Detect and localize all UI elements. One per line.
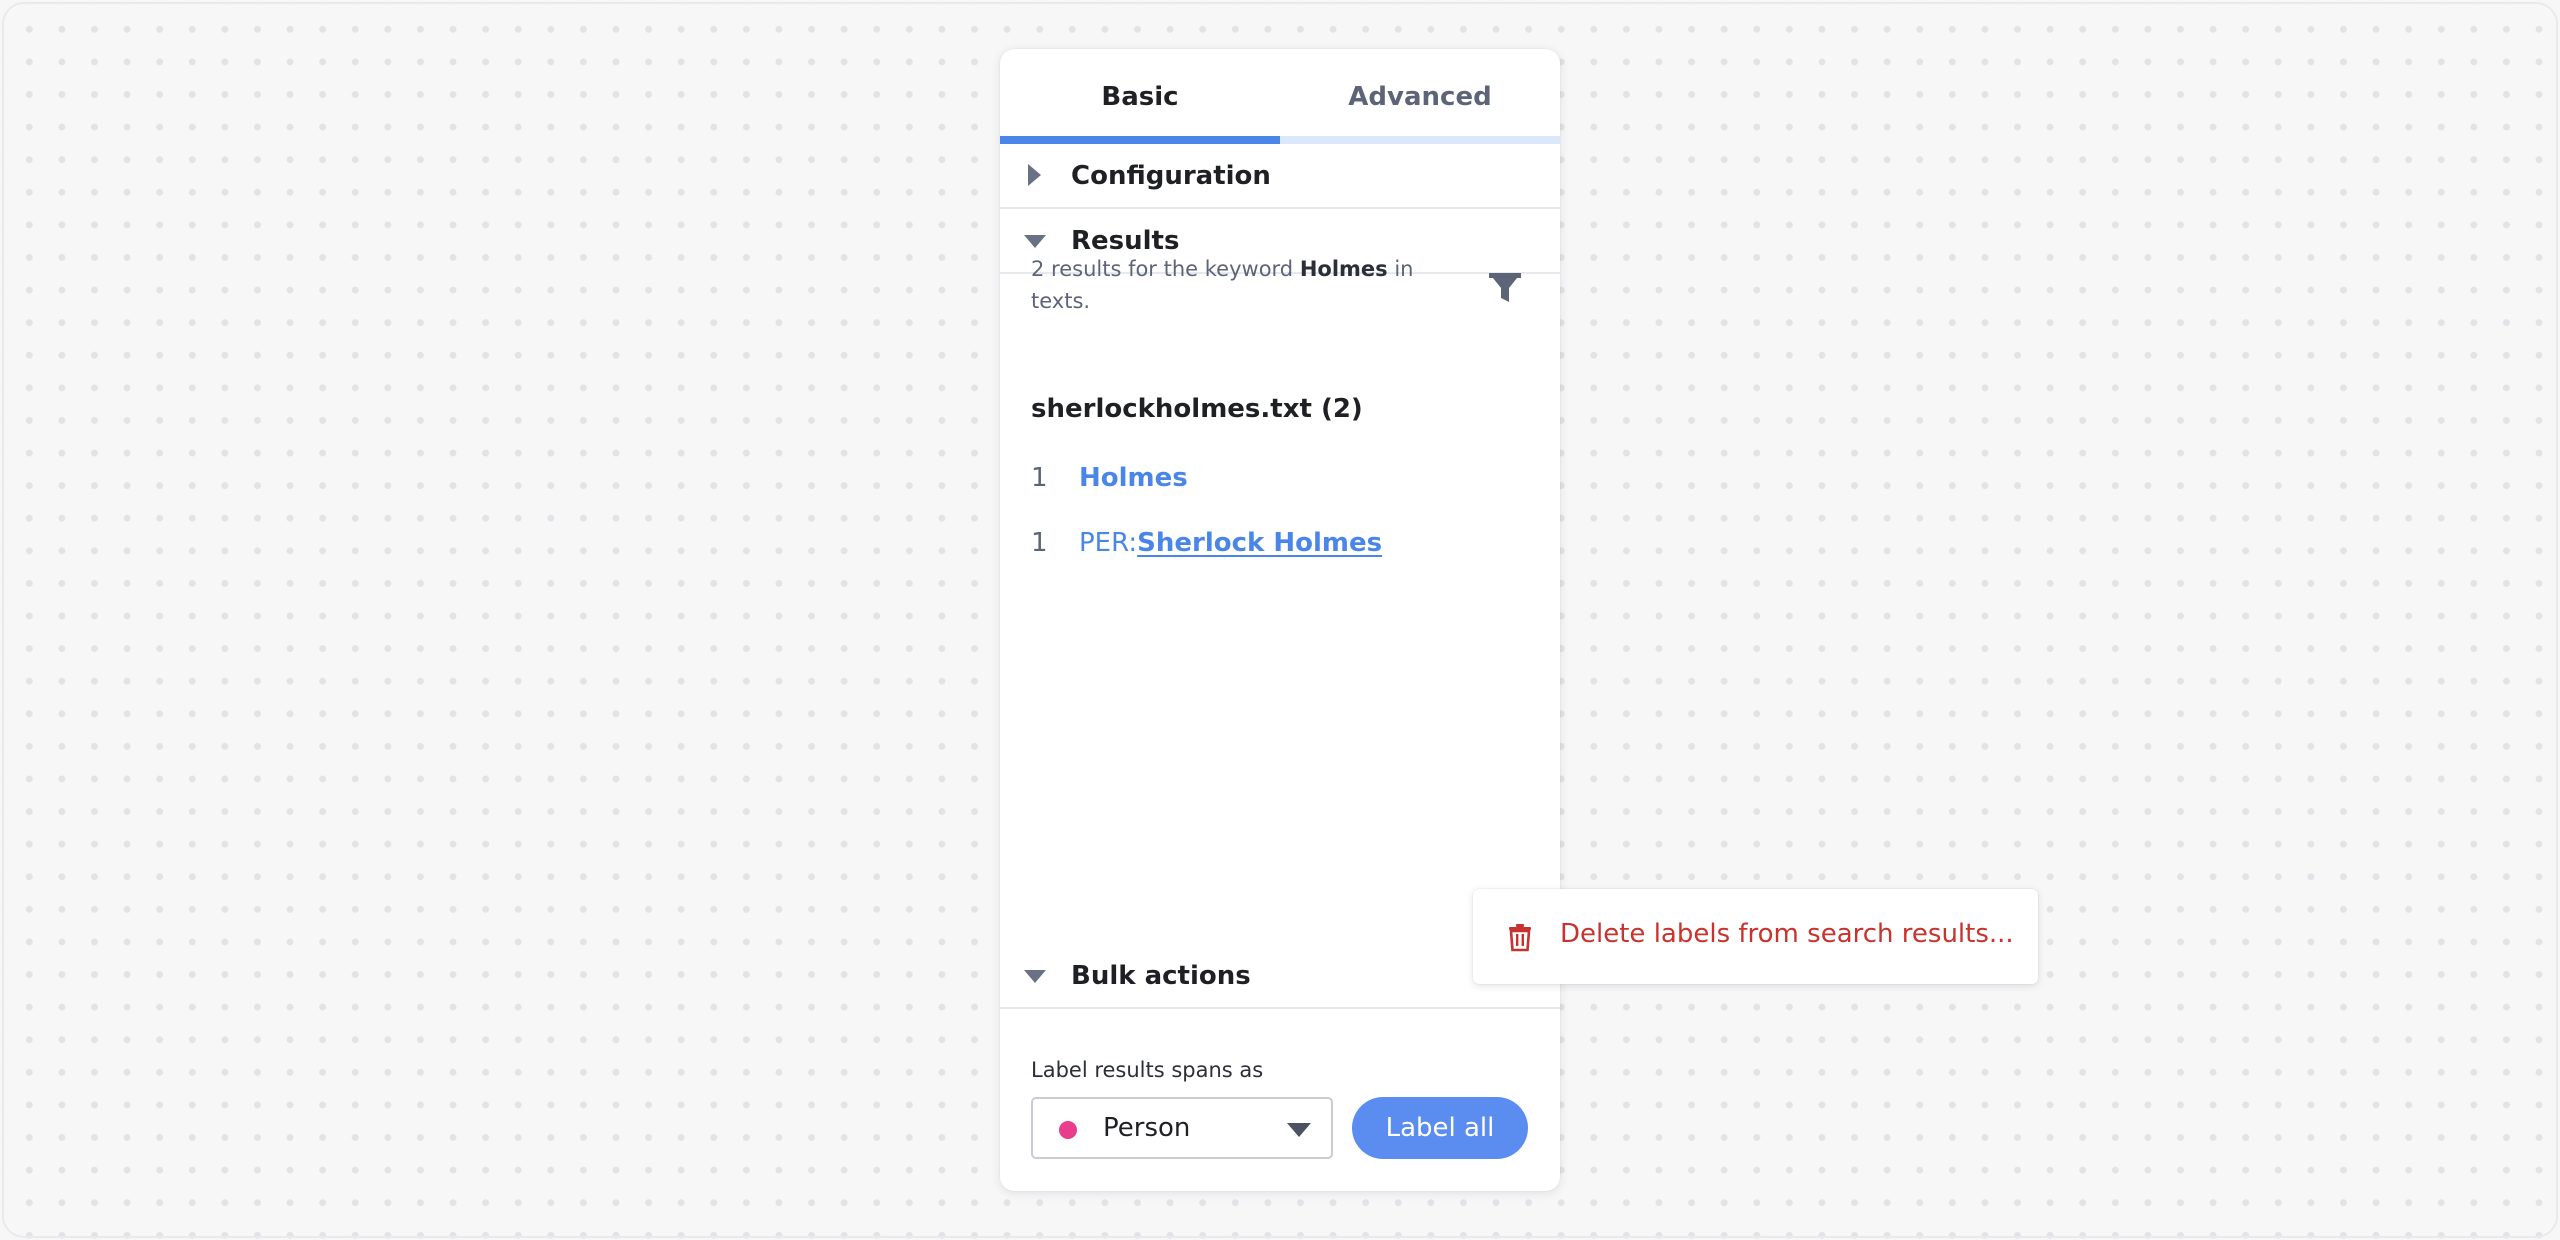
filter-icon	[1489, 273, 1521, 302]
filter-button[interactable]	[1485, 268, 1525, 308]
label-color-dot	[1059, 1121, 1077, 1139]
caret-down-icon	[1024, 970, 1046, 983]
results-summary-text: 2 results for the keyword	[1031, 257, 1300, 281]
result-link-sherlock-holmes[interactable]: Sherlock Holmes	[1137, 528, 1382, 558]
result-link-holmes[interactable]: Holmes	[1079, 463, 1188, 493]
result-file-title: sherlockholmes.txt (2)	[1031, 394, 1363, 424]
bulk-label-caption: Label results spans as	[1031, 1058, 1264, 1082]
menu-item-delete-labels-label: Delete labels from search results...	[1560, 919, 2014, 949]
result-count: 1	[1031, 463, 1048, 493]
tab-advanced[interactable]: Advanced	[1280, 49, 1560, 144]
section-title-bulk-actions: Bulk actions	[1071, 960, 1251, 991]
tab-active-indicator	[1000, 136, 1280, 144]
result-row: 1 PER: Sherlock Holmes	[1031, 523, 1382, 563]
menu-item-delete-labels[interactable]: Delete labels from search results...	[1473, 889, 2038, 984]
caret-down-icon	[1024, 235, 1046, 248]
label-type-value: Person	[1103, 1113, 1191, 1143]
result-count: 1	[1031, 528, 1048, 558]
trash-icon	[1509, 924, 1531, 952]
chevron-down-icon	[1287, 1123, 1311, 1137]
tab-basic[interactable]: Basic	[1000, 49, 1280, 144]
section-title-configuration: Configuration	[1071, 160, 1271, 191]
tab-bar: Basic Advanced	[1000, 49, 1560, 144]
section-configuration[interactable]: Configuration	[1000, 144, 1560, 209]
label-type-select[interactable]: Person	[1031, 1097, 1333, 1159]
caret-right-icon	[1028, 164, 1041, 186]
bulk-actions-menu: Delete labels from search results...	[1473, 889, 2038, 984]
result-entity-prefix: PER:	[1079, 528, 1138, 558]
results-summary: 2 results for the keyword Holmes in text…	[1031, 253, 1461, 317]
results-keyword: Holmes	[1299, 257, 1388, 281]
label-all-button[interactable]: Label all	[1352, 1097, 1528, 1159]
section-title-results: Results	[1071, 225, 1180, 256]
search-panel: Basic Advanced Configuration Results 2 r…	[1000, 49, 1560, 1191]
result-row: 1 Holmes	[1031, 458, 1188, 498]
